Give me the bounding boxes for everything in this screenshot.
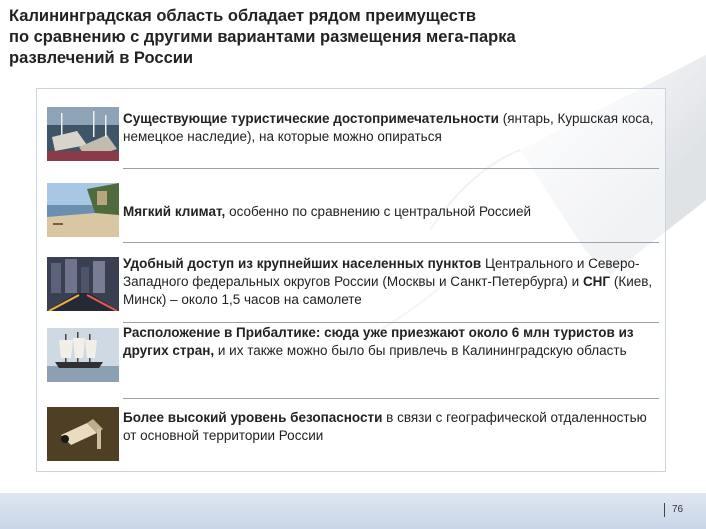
advantage-item-access: Удобный доступ из крупнейших населенных … <box>45 255 659 323</box>
footer-band <box>0 493 706 529</box>
advantage-text-baltic: Расположение в Прибалтике: сюда уже прие… <box>123 324 663 360</box>
advantage-text-security: Более высокий уровень безопасности в свя… <box>123 409 663 445</box>
separator-line <box>123 168 659 169</box>
title-line-1: Калининградская область обладает рядом п… <box>9 7 477 25</box>
city-traffic-photo <box>47 257 119 311</box>
slide-title: Калининградская область обладает рядом п… <box>9 6 669 69</box>
title-line-3: развлечений в России <box>9 49 194 67</box>
separator-line <box>123 398 659 399</box>
separator-line <box>123 322 659 323</box>
title-line-2: по сравнению с другими вариантами размещ… <box>9 28 516 46</box>
page-number: 76 <box>672 504 684 515</box>
advantage-bold: Удобный доступ из крупнейших населенных … <box>123 256 482 271</box>
coastal-beach-photo <box>47 183 119 237</box>
advantage-item-attractions: Существующие туристические достопримечат… <box>45 105 659 169</box>
advantage-text-climate: Мягкий климат, особенно по сравнению с ц… <box>123 203 663 221</box>
advantage-item-baltic: Расположение в Прибалтике: сюда уже прие… <box>45 324 659 399</box>
advantage-item-climate: Мягкий климат, особенно по сравнению с ц… <box>45 183 659 243</box>
advantage-rest: особенно по сравнению с центральной Росс… <box>225 204 532 219</box>
separator-line <box>123 242 659 243</box>
advantage-item-security: Более высокий уровень безопасности в свя… <box>45 405 657 463</box>
advantage-text-access: Удобный доступ из крупнейших населенных … <box>123 255 663 309</box>
sailing-ship-photo <box>47 328 119 382</box>
advantage-text-attractions: Существующие туристические достопримечат… <box>123 110 663 146</box>
advantage-bold: Более высокий уровень безопасности <box>123 410 383 425</box>
harbor-yachts-photo <box>47 107 119 161</box>
security-camera-photo <box>47 407 119 461</box>
advantages-panel: Существующие туристические достопримечат… <box>36 88 666 472</box>
advantage-bold-cis: СНГ <box>582 274 611 289</box>
page-number-divider <box>664 503 665 517</box>
advantage-bold: Мягкий климат, <box>123 204 226 219</box>
advantage-bold: Существующие туристические достопримечат… <box>123 111 499 126</box>
advantage-rest: и их также можно было бы привлечь в Кали… <box>214 343 627 358</box>
